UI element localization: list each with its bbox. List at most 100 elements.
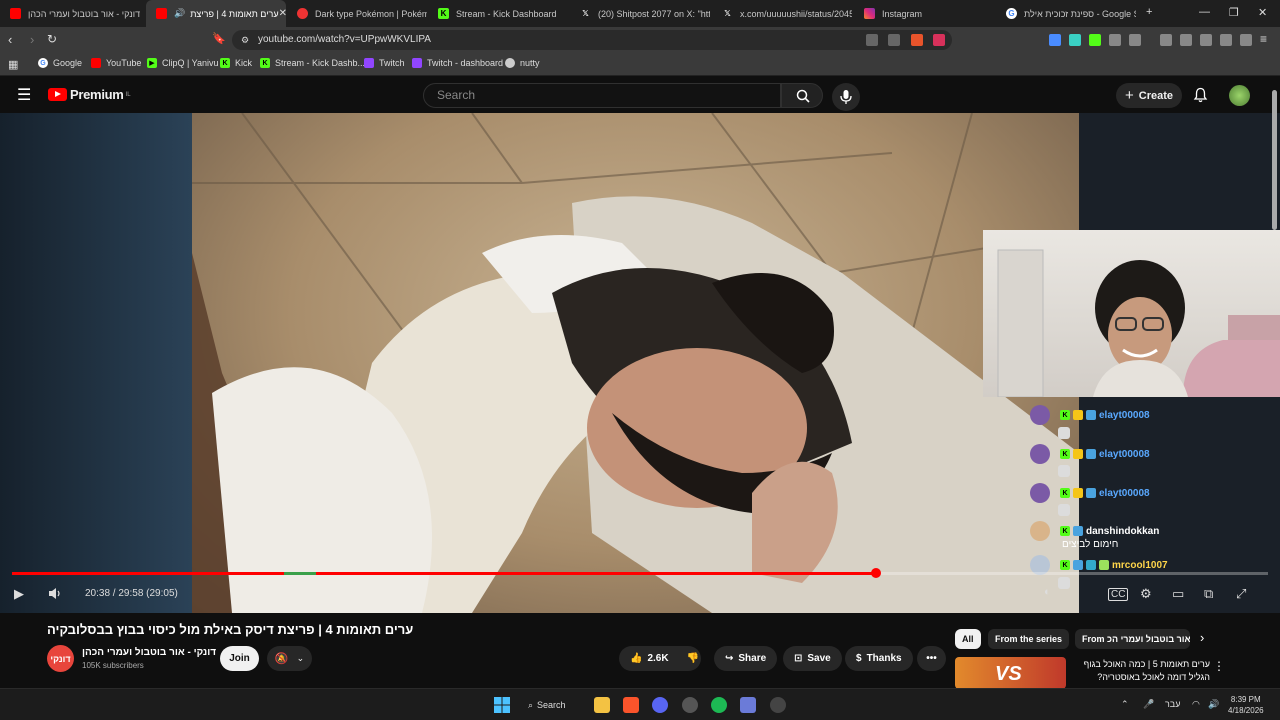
bookmark-kick[interactable]: K Kick [220, 58, 252, 68]
wallet-icon[interactable] [1200, 34, 1212, 46]
chat-emote [1058, 465, 1070, 477]
video-player[interactable]: K elayt00008 K elayt00008 K elayt00008 K [0, 113, 1280, 613]
bookmark-clipq[interactable]: ▶ ClipQ | Yanivu [147, 58, 219, 68]
taskbar-search[interactable]: ⌕ Search [528, 695, 578, 715]
brave-shield-icon[interactable] [911, 34, 923, 46]
create-button[interactable]: + Create [1116, 83, 1182, 108]
browser-tab[interactable]: K Stream - Kick Dashboard [428, 0, 568, 27]
cast-icon[interactable]: ⧉ [1204, 586, 1213, 602]
cast-icon[interactable] [866, 34, 878, 46]
autoplay-toggle[interactable]: ◐ [1044, 586, 1051, 598]
recommendation-thumbnail[interactable]: VS [955, 657, 1066, 689]
like-count: 2.6K [647, 653, 669, 664]
channel-name[interactable]: דונקי - אור בוטבול ועמרי הכהן [82, 647, 216, 658]
app-icon[interactable] [740, 697, 756, 713]
browser-tab-active[interactable]: 🔊 ערים תאומות 4 | פריצת ✕ [146, 0, 286, 27]
subscription-bell-button[interactable]: 🔕 ⌄ [267, 646, 312, 671]
file-explorer-icon[interactable] [594, 697, 610, 713]
share-page-icon[interactable] [888, 34, 900, 46]
thanks-button[interactable]: $ Thanks [845, 646, 913, 671]
bookmark-twitch-dashboard[interactable]: Twitch - dashboard [412, 58, 503, 68]
restore-icon[interactable]: ❐ [1229, 6, 1239, 19]
fullscreen-icon[interactable]: ⤢ [1236, 586, 1246, 602]
save-label: Save [807, 653, 831, 664]
play-icon[interactable]: ▶ [14, 586, 24, 602]
video-frame[interactable] [192, 113, 1079, 613]
chevron-up-icon[interactable]: ⌃ [1121, 699, 1129, 710]
obs-icon[interactable] [770, 697, 786, 713]
settings-gear-icon[interactable]: ⚙ [1140, 586, 1152, 602]
extension-icon[interactable] [1109, 34, 1121, 46]
bookmark-icon[interactable]: 🔖 [212, 32, 226, 45]
spotify-icon[interactable] [711, 697, 727, 713]
search-button[interactable] [781, 83, 823, 108]
system-clock[interactable]: 8:39 PM 4/18/2026 [1228, 694, 1264, 716]
apps-grid-icon[interactable]: ▦ [8, 58, 18, 71]
brave-browser-icon[interactable] [623, 697, 639, 713]
bookmark-twitch[interactable]: Twitch [364, 58, 405, 68]
extension-icon[interactable] [1049, 34, 1061, 46]
bookmark-nutty[interactable]: nutty [505, 58, 540, 68]
account-avatar[interactable] [1229, 85, 1250, 106]
reload-icon[interactable]: ↻ [47, 32, 57, 46]
voice-search-button[interactable] [832, 83, 860, 111]
close-tab-icon[interactable]: ✕ [279, 8, 286, 19]
share-button[interactable]: ↪ Share [714, 646, 778, 671]
microphone-icon[interactable]: 🎤 [1143, 699, 1154, 710]
chevron-right-icon[interactable]: › [1200, 630, 1204, 645]
extension-icon[interactable] [1069, 34, 1081, 46]
extension-icon[interactable] [1089, 34, 1101, 46]
input-language[interactable]: עבר [1165, 699, 1180, 709]
notifications-bell-icon[interactable] [1193, 87, 1208, 103]
browser-tab[interactable]: Instagram [854, 0, 994, 27]
more-vertical-icon[interactable]: ⋮ [1213, 659, 1225, 673]
url-field[interactable]: ⚙ youtube.com/watch?v=UPpwWKVLIPA [232, 30, 952, 50]
browser-tab[interactable]: G ספינת זכוכית אילת - Google Search [996, 0, 1136, 27]
close-window-icon[interactable]: ✕ [1258, 6, 1267, 19]
chip-all[interactable]: All [955, 629, 981, 649]
back-icon[interactable]: ‹ [8, 32, 12, 47]
windows-start-icon[interactable] [494, 697, 510, 713]
discord-icon[interactable] [652, 697, 668, 713]
save-button[interactable]: ⊡ Save [783, 646, 842, 671]
page-scrollbar[interactable] [1272, 90, 1277, 230]
miniplayer-icon[interactable]: ▭ [1172, 586, 1184, 602]
like-button[interactable]: 👍 2.6K [630, 653, 669, 664]
channel-avatar[interactable]: דונקי [47, 645, 74, 672]
new-tab-icon[interactable]: + [1146, 6, 1152, 18]
more-actions-button[interactable]: ••• [917, 646, 946, 671]
hamburger-menu-icon[interactable]: ☰ [17, 85, 31, 105]
wifi-icon[interactable]: ◠ [1192, 699, 1200, 710]
join-button[interactable]: Join [220, 646, 259, 671]
minimize-icon[interactable]: — [1199, 6, 1210, 18]
chip-from-series[interactable]: From the series [988, 629, 1070, 649]
youtube-logo[interactable]: Premium IL [48, 87, 131, 102]
forward-icon[interactable]: › [30, 32, 34, 47]
brave-rewards-icon[interactable] [933, 34, 945, 46]
bookmark-label: Kick [235, 58, 253, 68]
browser-tab[interactable]: 𝕏 (20) Shitpost 2077 on X: "https [570, 0, 710, 27]
vpn-icon[interactable] [1240, 34, 1252, 46]
chip-from-channel[interactable]: From אור בוטבול ועמרי הכ [1075, 629, 1190, 649]
bookmarks-bar: ▦ G Google YouTube ▶ ClipQ | Yanivu K Kick … [0, 53, 1280, 76]
site-info-icon[interactable]: ⚙ [241, 30, 249, 50]
menu-icon[interactable]: ≡ [1260, 32, 1267, 46]
browser-tab[interactable]: 𝕏 x.com/uuuuushii/status/20452 [712, 0, 852, 27]
bookmark-youtube[interactable]: YouTube [91, 58, 141, 68]
browser-tab[interactable]: דונקי - אור בוטבול ועמרי הכהן [0, 0, 143, 27]
extension-icon[interactable] [1129, 34, 1141, 46]
browser-tab[interactable]: Dark type Pokémon | Pokémo [287, 0, 427, 27]
sidebar-icon[interactable] [1180, 34, 1192, 46]
subtitles-icon[interactable]: CC [1108, 588, 1129, 601]
app-icon[interactable] [682, 697, 698, 713]
search-input[interactable]: Search [423, 83, 781, 108]
leo-ai-icon[interactable] [1220, 34, 1232, 46]
speaker-icon[interactable]: 🔊 [1208, 699, 1219, 710]
bookmark-google[interactable]: G Google [38, 58, 82, 68]
progress-bar[interactable] [12, 568, 1268, 578]
dislike-button[interactable]: 👎 [687, 653, 699, 664]
media-icon[interactable] [1160, 34, 1172, 46]
bookmark-kick-dashboard[interactable]: K Stream - Kick Dashb... [260, 58, 365, 68]
volume-icon[interactable] [48, 587, 62, 600]
recommendation-title[interactable]: ערים תאומות 5 | כמה האוכל בגוף הגליל דומ… [1070, 658, 1210, 684]
